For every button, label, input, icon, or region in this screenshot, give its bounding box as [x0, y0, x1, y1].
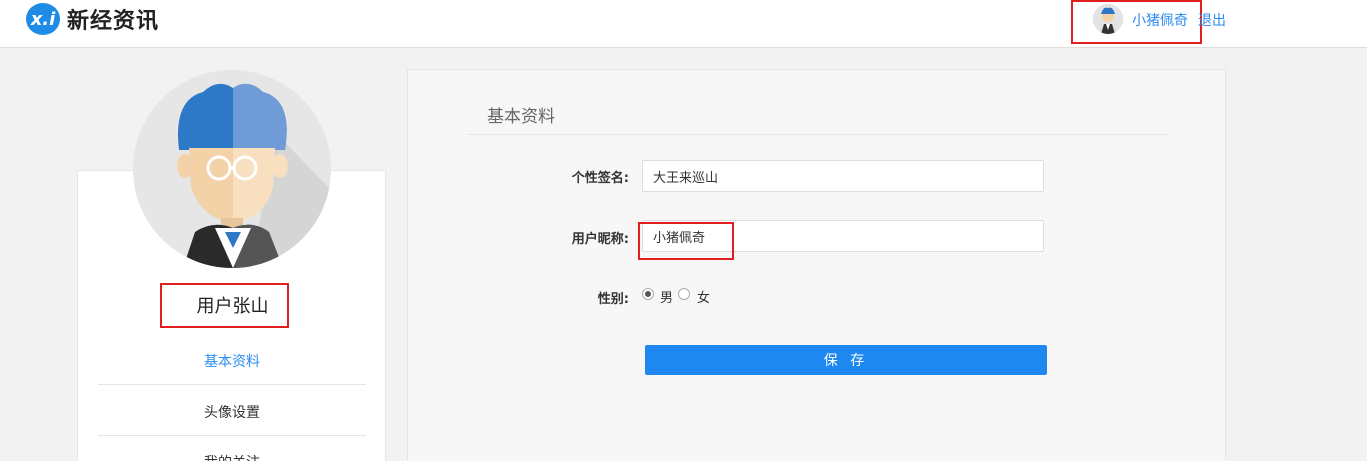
gender-male-radio[interactable] [642, 288, 654, 300]
user-avatar-icon[interactable] [1093, 4, 1123, 34]
site-logo[interactable]: x.i 新经资讯 [26, 3, 159, 35]
signature-input[interactable] [642, 160, 1044, 192]
user-name-link[interactable]: 小猪佩奇 [1132, 10, 1188, 30]
section-title: 基本资料 [487, 107, 555, 127]
site-name: 新经资讯 [67, 8, 160, 34]
menu-divider [98, 384, 366, 385]
save-button[interactable]: 保 存 [645, 345, 1047, 375]
menu-divider [98, 435, 366, 436]
signature-label: 个性签名: [571, 171, 629, 186]
nickname-label: 用户昵称: [571, 232, 629, 247]
gender-female-label: 女 [697, 291, 711, 306]
profile-username: 用户张山 [196, 296, 269, 317]
profile-avatar [133, 70, 331, 268]
logo-icon: x.i [26, 3, 60, 35]
gender-label: 性别: [597, 292, 629, 307]
main-content-panel [407, 69, 1226, 461]
gender-female-radio[interactable] [678, 288, 690, 300]
section-divider [467, 134, 1168, 135]
menu-item-avatar-settings[interactable]: 头像设置 [98, 402, 366, 422]
menu-item-basic-info[interactable]: 基本资料 [98, 351, 366, 371]
logo-mark-text: x.i [30, 8, 56, 30]
nickname-highlight-box [638, 222, 734, 260]
menu-item-my-follows[interactable]: 我的关注 [98, 452, 366, 461]
gender-male-label: 男 [660, 291, 674, 306]
logout-link[interactable]: 退出 [1198, 10, 1226, 30]
